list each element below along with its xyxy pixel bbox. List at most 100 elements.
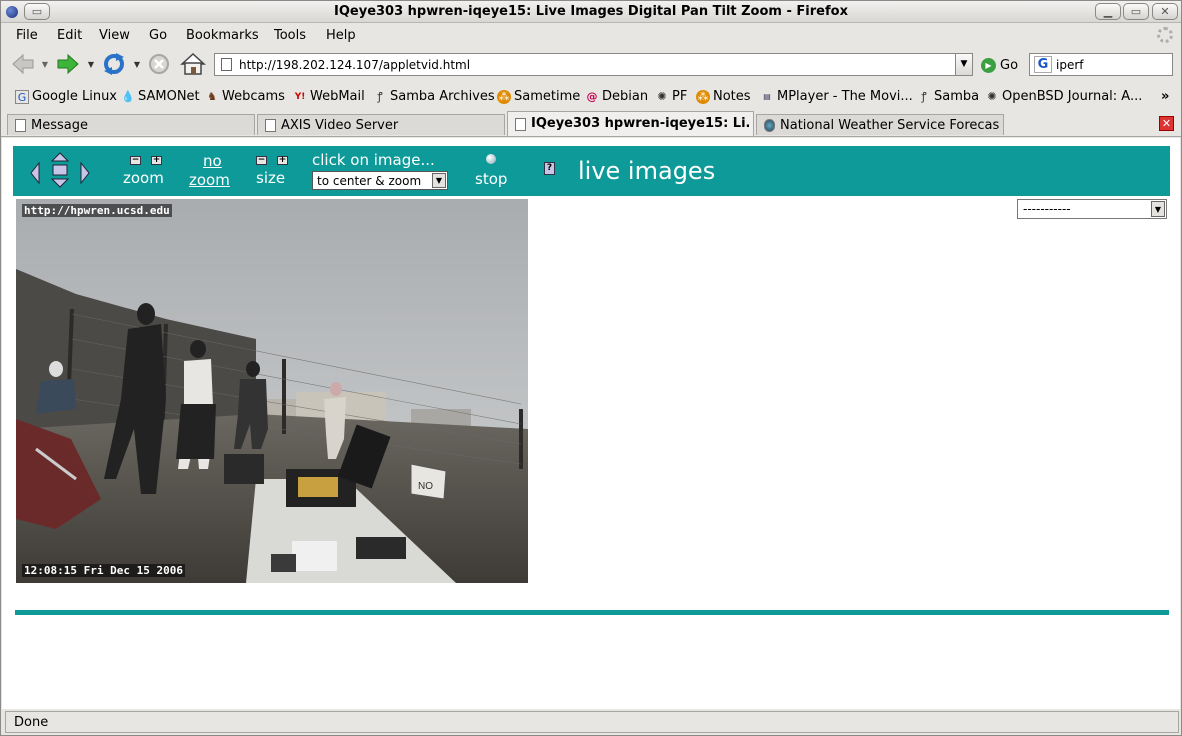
throbber-icon [1157, 27, 1173, 43]
stop-icon [149, 54, 169, 74]
bookmark-label: PF [672, 89, 688, 104]
menu-bookmarks[interactable]: Bookmarks [186, 28, 259, 43]
menu-view[interactable]: View [99, 28, 130, 43]
google-search-engine-icon[interactable]: G [1034, 56, 1052, 73]
reload-dropdown[interactable]: ▼ [131, 51, 143, 77]
close-button[interactable]: ✕ [1152, 3, 1178, 20]
bookmark-label: Samba Archives [390, 89, 495, 104]
menu-bar: File Edit View Go Bookmarks Tools Help [1, 24, 1181, 47]
bookmark-pf[interactable]: ✺ PF [655, 89, 687, 104]
tab-strip: Message AXIS Video Server IQeye303 hpwre… [1, 111, 1181, 137]
size-increase-icon[interactable]: + [277, 156, 288, 165]
bookmark-label: Sametime [514, 89, 581, 104]
pan-left-icon[interactable] [30, 161, 40, 185]
bookmark-label: WebMail [310, 89, 365, 104]
maximize-button[interactable]: ▭ [1123, 3, 1149, 20]
help-icon[interactable]: ? [544, 162, 555, 175]
bookmark-mplayer[interactable]: ▤ MPlayer - The Movi... [760, 89, 913, 104]
back-button[interactable] [9, 51, 37, 77]
puffy-icon: ✺ [987, 89, 997, 103]
pan-tilt-control [30, 152, 90, 188]
stop-stream-icon[interactable] [486, 154, 496, 164]
bookmarks-overflow-chevron-icon[interactable]: » [1161, 89, 1169, 104]
bookmark-label: SAMONet [138, 89, 200, 104]
menu-go[interactable]: Go [149, 28, 167, 43]
teal-divider [15, 610, 1169, 615]
bookmark-label: Google Linux [32, 89, 118, 104]
search-box[interactable]: G [1029, 53, 1173, 76]
camera-url-overlay: http://hpwren.ucsd.edu [22, 204, 172, 217]
bookmark-label: Debian [602, 89, 649, 104]
debian-icon: @ [586, 89, 598, 103]
page-icon [515, 118, 526, 131]
tab-national-weather-service[interactable]: National Weather Service Forecast ... [756, 114, 1004, 135]
stop-button[interactable] [146, 51, 172, 77]
no-zoom-link-line1[interactable]: no [203, 152, 222, 170]
forward-history-dropdown[interactable]: ▼ [85, 51, 97, 77]
close-tab-icon[interactable]: ✕ [1159, 116, 1174, 131]
bookmark-samba[interactable]: ꝭ Samba [917, 89, 979, 104]
bookmark-sametime[interactable]: ⁂ Sametime [497, 89, 580, 104]
zoom-mode-value: to center & zoom [317, 174, 422, 188]
bookmark-openbsd-journal[interactable]: ✺ OpenBSD Journal: A... [985, 89, 1142, 104]
url-bar[interactable] [214, 53, 956, 76]
home-button[interactable] [179, 51, 207, 77]
page-icon [221, 58, 232, 71]
home-icon [180, 52, 206, 75]
status-text: Done [14, 715, 49, 730]
status-bar: Done [5, 711, 1179, 733]
puffy-icon: ✺ [657, 89, 667, 103]
size-decrease-icon[interactable]: − [256, 156, 267, 165]
back-history-dropdown[interactable]: ▼ [39, 51, 51, 77]
camera-timestamp-overlay: 12:08:15 Fri Dec 15 2006 [22, 564, 185, 577]
bookmark-label: Notes [713, 89, 751, 104]
sametime-icon: ⁂ [497, 89, 511, 104]
center-icon[interactable] [52, 164, 68, 176]
zoom-mode-select[interactable]: to center & zoom ▼ [312, 171, 448, 190]
forward-button[interactable] [54, 51, 82, 77]
no-zoom-link-line2[interactable]: zoom [189, 171, 230, 189]
page-icon [265, 119, 276, 132]
preset-select[interactable]: ----------- ▼ [1017, 199, 1167, 219]
camera-control-toolbar: − + zoom no zoom − + size click on image… [13, 146, 1170, 196]
tab-label: IQeye303 hpwren-iqeye15: Li... [531, 116, 749, 131]
minimize-button[interactable]: ▁ [1095, 3, 1121, 20]
bookmark-samba-archives[interactable]: ꝭ Samba Archives [373, 89, 495, 104]
click-on-image-label: click on image... [312, 151, 435, 169]
chevron-down-icon: ▼ [1151, 201, 1165, 217]
bookmark-notes[interactable]: ⁂ Notes [696, 89, 751, 104]
go-arrow-icon: ▶ [981, 57, 996, 73]
zoom-in-icon[interactable]: + [151, 156, 162, 165]
camera-scene: NO [16, 199, 528, 583]
camera-live-image[interactable]: NO http://hpwren.ucsd.edu 12:08:15 Fri D… [16, 199, 528, 583]
bookmark-webmail[interactable]: Y! WebMail [293, 89, 365, 104]
drupal-icon: 💧 [121, 89, 135, 103]
menu-file[interactable]: File [16, 28, 38, 43]
menu-edit[interactable]: Edit [57, 28, 82, 43]
zoom-label: zoom [123, 169, 164, 187]
page-icon [15, 119, 26, 132]
tab-message[interactable]: Message [7, 114, 255, 135]
bookmark-label: Webcams [222, 89, 285, 104]
tab-axis-video-server[interactable]: AXIS Video Server [257, 114, 505, 135]
bookmark-google-linux[interactable]: G Google Linux [15, 89, 117, 104]
reload-button[interactable] [100, 51, 128, 77]
search-input[interactable] [1056, 56, 1168, 73]
tilt-up-icon[interactable] [50, 152, 70, 162]
stop-label[interactable]: stop [475, 170, 507, 188]
bookmark-samonet[interactable]: 💧 SAMONet [121, 89, 200, 104]
tab-iqeye303[interactable]: IQeye303 hpwren-iqeye15: Li... [507, 111, 754, 136]
bookmark-debian[interactable]: @ Debian [585, 89, 649, 104]
samba-icon: ꝭ [377, 89, 383, 103]
reload-icon [104, 53, 124, 75]
pan-right-icon[interactable] [80, 161, 90, 185]
zoom-out-icon[interactable]: − [130, 156, 141, 165]
url-input[interactable] [239, 56, 939, 73]
menu-tools[interactable]: Tools [274, 28, 306, 43]
bookmark-webcams[interactable]: ♞ Webcams [205, 89, 285, 104]
tilt-down-icon[interactable] [50, 178, 70, 188]
go-button[interactable]: ▶ Go [981, 55, 1018, 75]
menu-help[interactable]: Help [326, 28, 356, 43]
bookmark-label: Samba [934, 89, 980, 104]
url-history-dropdown[interactable]: ▼ [955, 53, 973, 76]
